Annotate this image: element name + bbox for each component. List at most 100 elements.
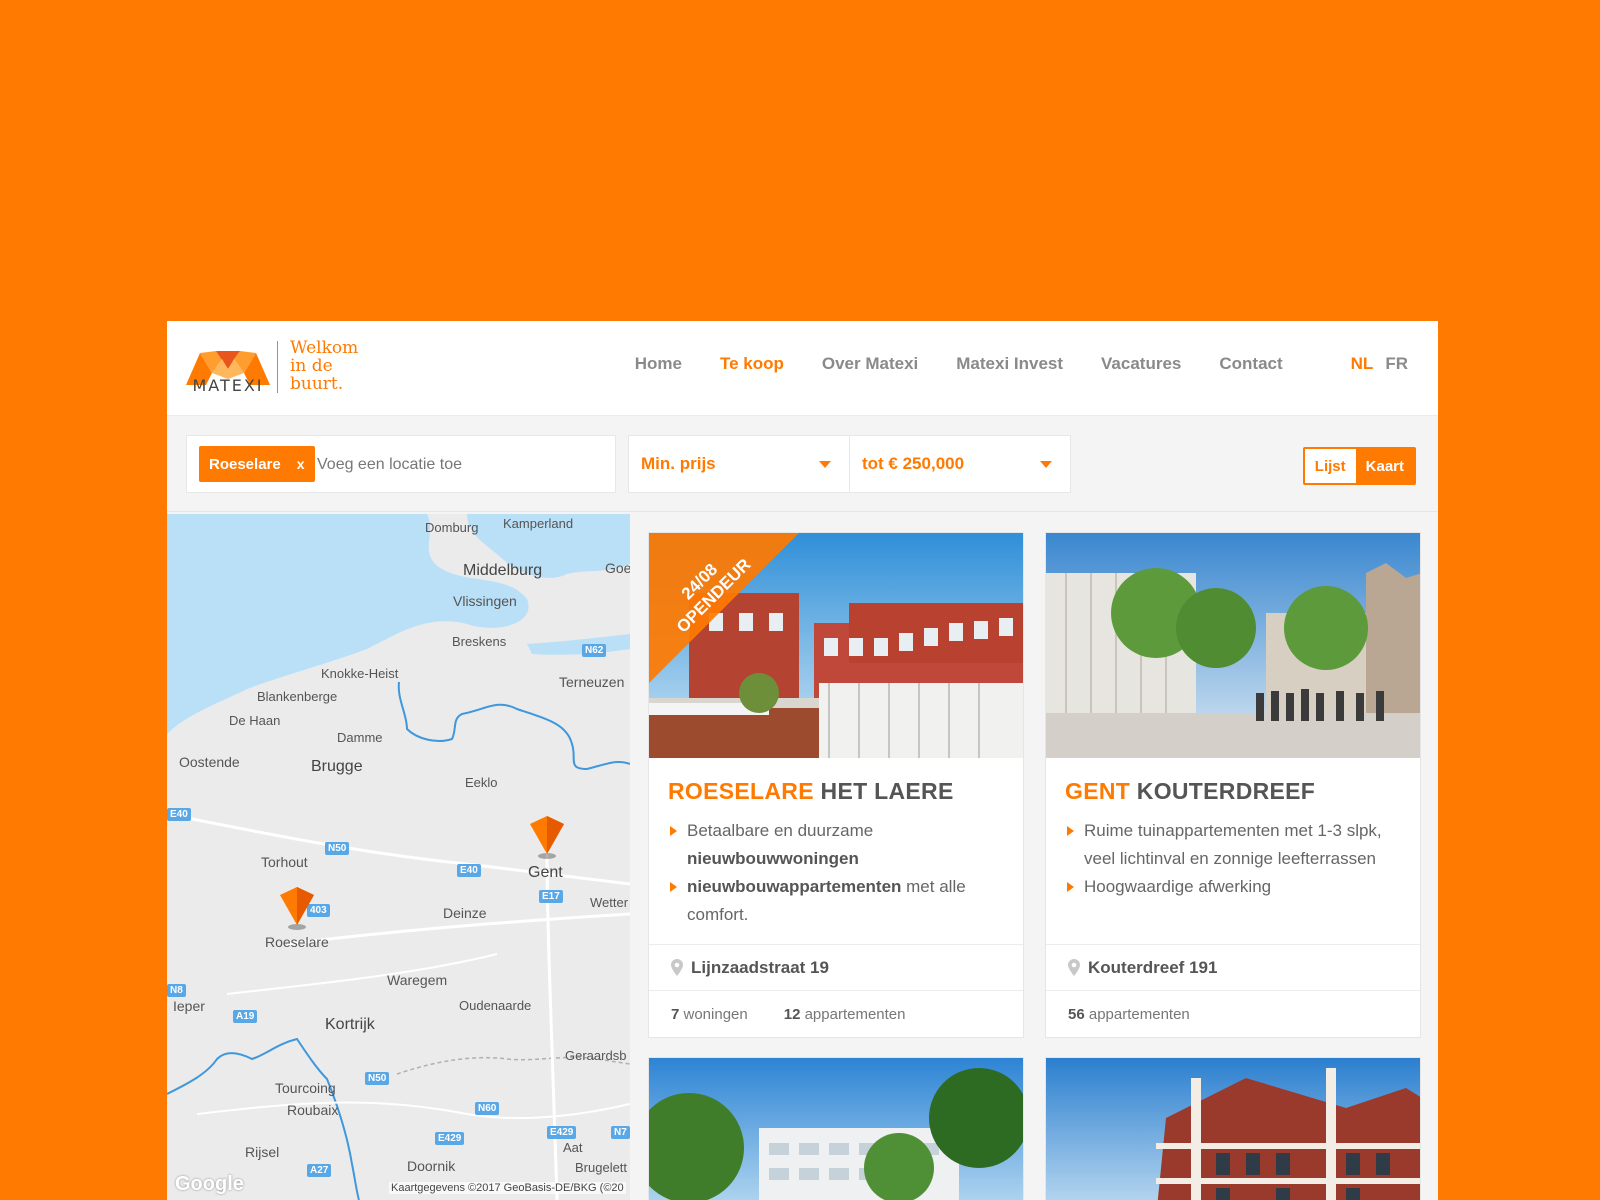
nav-matexi-invest[interactable]: Matexi Invest (956, 354, 1063, 374)
project-card[interactable] (648, 1057, 1024, 1200)
logo-divider (277, 341, 278, 393)
nav-over-matexi[interactable]: Over Matexi (822, 354, 918, 374)
chip-remove-icon[interactable]: x (297, 456, 305, 472)
card-city: GENT (1065, 778, 1131, 804)
project-card[interactable] (1045, 1057, 1421, 1200)
caret-down-icon (1040, 461, 1052, 468)
road-marker: A19 (233, 1010, 258, 1023)
caret-down-icon (819, 461, 831, 468)
feature-strong: nieuwbouwappartementen (687, 877, 902, 896)
lang-fr[interactable]: FR (1385, 354, 1408, 374)
building-illustration (1046, 1058, 1420, 1200)
map-label: Blankenberge (257, 689, 338, 704)
road-marker: E40 (457, 864, 481, 877)
location-chip[interactable]: Roeselare x (199, 446, 315, 482)
feature-item: nieuwbouwappartementen met alle comfort. (668, 873, 1004, 929)
road-marker: N60 (475, 1102, 500, 1115)
stat-number: 56 (1068, 1005, 1085, 1023)
map-panel[interactable]: Domburg Kamperland Middelburg Goe Vlissi… (167, 514, 630, 1200)
map-label: Doornik (407, 1158, 456, 1174)
nav-vacatures[interactable]: Vacatures (1101, 354, 1181, 374)
map-label: Brugelett (575, 1160, 628, 1175)
map-label: Middelburg (463, 562, 543, 579)
map-label: Domburg (425, 520, 479, 535)
map-label: Tourcoing (275, 1080, 336, 1096)
nav-te-koop[interactable]: Te koop (720, 354, 784, 374)
stat-item: 12 appartementen (784, 1006, 924, 1023)
address-text: Lijnzaadstraat 19 (691, 957, 829, 977)
language-switcher: NL FR (1339, 354, 1408, 374)
card-address: Kouterdreef 191 (1046, 945, 1420, 991)
list-view-button[interactable]: Lijst (1304, 449, 1356, 483)
stat-item: 56 appartementen (1068, 1006, 1208, 1023)
road-marker: N50 (365, 1072, 390, 1085)
location-input[interactable] (317, 450, 597, 480)
max-price-select[interactable]: tot € 250,000 (849, 435, 1071, 493)
tagline: Welkom in de buurt. (290, 339, 358, 393)
location-pin-icon (671, 959, 683, 976)
feature-item: Betaalbare en duurzame nieuwbouwwoningen (668, 817, 1004, 873)
card-title[interactable]: ROESELARE HET LAERE (668, 778, 1004, 805)
site-header: MATEXI Welkom in de buurt. Home Te koop … (167, 321, 1438, 416)
map-label: Kamperland (503, 516, 574, 531)
project-image[interactable] (1046, 1058, 1420, 1200)
location-filter: Roeselare x (186, 435, 616, 493)
project-image[interactable] (649, 1058, 1023, 1200)
tagline-line: Welkom (290, 338, 359, 358)
nav-home[interactable]: Home (635, 354, 682, 374)
feature-item: Hoogwaardige afwerking (1065, 873, 1401, 901)
road-marker: E429 (435, 1132, 465, 1145)
tagline-line: buurt. (290, 374, 344, 394)
road-marker: N50 (325, 842, 350, 855)
map-label: Roubaix (287, 1102, 339, 1118)
card-body: ROESELARE HET LAERE Betaalbare en duurza… (649, 758, 1023, 945)
feature-strong: nieuwbouwwoningen (687, 849, 859, 868)
map-label: Gent (528, 864, 563, 881)
map-label: Vlissingen (453, 593, 517, 609)
map-pin-icon[interactable] (528, 814, 566, 860)
location-chip-label: Roeselare (209, 455, 281, 473)
road-marker: N62 (582, 644, 607, 657)
min-price-select[interactable]: Min. prijs (628, 435, 850, 493)
stat-label: woningen (679, 1005, 748, 1023)
feature-text: Betaalbare en duurzame (687, 821, 874, 840)
location-pin-icon (1068, 959, 1080, 976)
project-image[interactable]: 24/08 OPENDEUR (649, 533, 1023, 758)
road-marker: E17 (539, 890, 563, 903)
map-label: Wetter (590, 895, 629, 910)
project-card[interactable]: GENT KOUTERDREEF Ruime tuinappartementen… (1045, 532, 1421, 1038)
nav-contact[interactable]: Contact (1219, 354, 1282, 374)
map-label: Oudenaarde (459, 998, 532, 1013)
road-marker: N8 (167, 984, 186, 997)
google-logo[interactable]: Google (175, 1173, 244, 1196)
map-label: Terneuzen (559, 674, 625, 690)
project-card[interactable]: 24/08 OPENDEUR ROESELARE HET LAERE Betaa… (648, 532, 1024, 1038)
map-label: Oostende (179, 754, 240, 770)
card-features: Betaalbare en duurzame nieuwbouwwoningen… (668, 817, 1004, 929)
map-label: Waregem (387, 972, 448, 988)
map-label: Geraardsb (565, 1048, 627, 1063)
card-title[interactable]: GENT KOUTERDREEF (1065, 778, 1401, 805)
map-label: Breskens (452, 634, 507, 649)
building-illustration (649, 1058, 1023, 1200)
view-toggle: Lijst Kaart (1302, 447, 1416, 485)
stat-label: appartementen (1084, 1005, 1190, 1023)
card-project-name: KOUTERDREEF (1136, 778, 1316, 804)
map-label: Eeklo (465, 775, 498, 790)
map-label: Ieper (173, 998, 205, 1014)
card-address: Lijnzaadstraat 19 (649, 945, 1023, 991)
map-label: Knokke-Heist (321, 666, 399, 681)
tagline-line: in de (290, 356, 333, 376)
map-pin-icon[interactable] (278, 885, 316, 931)
road-marker: N7 (611, 1126, 630, 1139)
map-attribution[interactable]: Kaartgegevens ©2017 GeoBasis-DE/BKG (©20 (389, 1182, 626, 1194)
stat-label: appartementen (800, 1005, 906, 1023)
map-label: Roeselare (265, 934, 329, 950)
stat-number: 12 (783, 1005, 801, 1023)
max-price-label: tot € 250,000 (862, 454, 965, 473)
map-label: Aat (563, 1140, 583, 1155)
map-label: Deinze (443, 905, 487, 921)
map-view-button[interactable]: Kaart (1355, 449, 1414, 483)
project-image[interactable] (1046, 533, 1420, 758)
lang-nl[interactable]: NL (1351, 354, 1374, 374)
